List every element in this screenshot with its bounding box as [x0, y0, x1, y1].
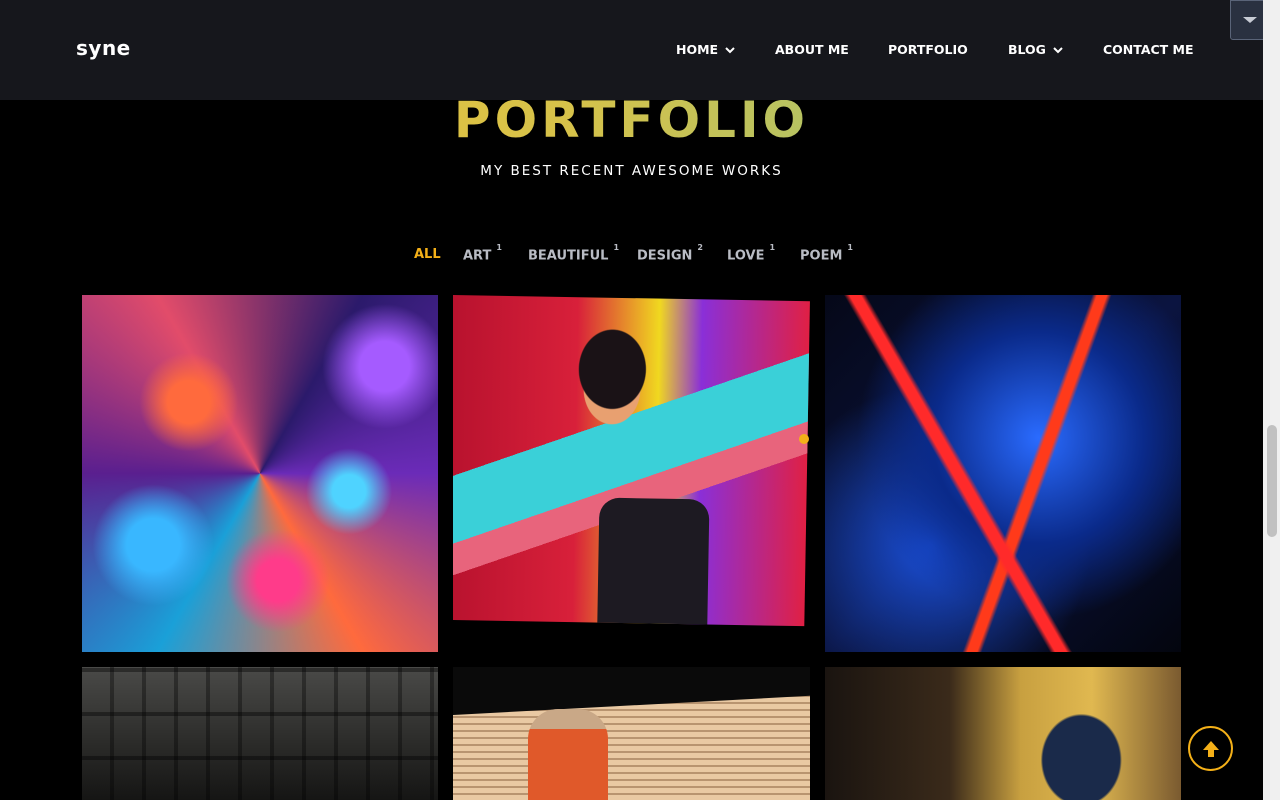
nav-portfolio-label: PORTFOLIO: [888, 42, 968, 57]
filter-all-label: ALL: [414, 247, 441, 262]
main-nav: HOME ABOUT ME PORTFOLIO BLOG CONTACT ME: [0, 42, 1263, 60]
site-header: syne HOME ABOUT ME PORTFOLIO BLOG CONTAC…: [0, 0, 1263, 100]
scrollbar-thumb[interactable]: [1267, 425, 1277, 537]
scroll-to-top-button[interactable]: [1188, 726, 1233, 771]
portfolio-item-fractal-art[interactable]: [82, 295, 438, 652]
arrow-up-icon: [1202, 740, 1219, 757]
filter-beautiful-count: 1: [613, 243, 620, 252]
filter-art-label: ART: [463, 248, 492, 264]
filter-beautiful-label: BEAUTIFUL: [528, 248, 609, 264]
portfolio-title: PORTFOLIO: [0, 92, 1263, 148]
chevron-down-icon: [1243, 17, 1257, 23]
nav-about-me[interactable]: ABOUT ME: [775, 42, 849, 57]
nav-portfolio[interactable]: PORTFOLIO: [888, 42, 968, 57]
page-scrollbar[interactable]: [1263, 0, 1280, 800]
filter-design[interactable]: DESIGN 2: [637, 243, 703, 264]
portfolio-item-street-mural[interactable]: [825, 667, 1181, 800]
portfolio-item-city-building[interactable]: [82, 667, 438, 800]
portfolio-item-abstract-blue-red[interactable]: [825, 295, 1181, 652]
filter-love[interactable]: LOVE 1: [727, 243, 775, 264]
filter-art[interactable]: ART 1: [463, 243, 502, 264]
nav-home[interactable]: HOME: [676, 42, 736, 57]
filter-design-count: 2: [697, 243, 703, 252]
nav-contact-me-label: CONTACT ME: [1103, 42, 1194, 57]
nav-contact-me[interactable]: CONTACT ME: [1103, 42, 1194, 57]
chevron-down-icon: [1053, 46, 1063, 53]
cursor-dot: [799, 434, 809, 444]
filter-love-label: LOVE: [727, 248, 765, 264]
portfolio-subtitle: MY BEST RECENT AWESOME WORKS: [480, 163, 783, 179]
nav-home-label: HOME: [676, 42, 719, 57]
chevron-down-icon: [725, 46, 735, 53]
nav-blog[interactable]: BLOG: [1008, 42, 1064, 57]
filter-all[interactable]: ALL: [414, 247, 441, 262]
portfolio-filters: ALL ART 1 BEAUTIFUL 1 DESIGN 2 LOVE 1 POEM 1: [0, 243, 1263, 267]
nav-blog-label: BLOG: [1008, 42, 1046, 57]
filter-love-count: 1: [769, 243, 776, 252]
filter-design-label: DESIGN: [637, 248, 693, 264]
nav-about-me-label: ABOUT ME: [775, 42, 849, 57]
filter-poem[interactable]: POEM 1: [800, 243, 853, 264]
filter-art-count: 1: [496, 243, 502, 252]
portfolio-item-man-with-hat[interactable]: [453, 667, 810, 800]
neon-portrait-image: [453, 295, 810, 627]
filter-beautiful[interactable]: BEAUTIFUL 1: [528, 243, 619, 264]
filter-poem-count: 1: [847, 243, 853, 252]
portfolio-item-neon-portrait[interactable]: [453, 295, 810, 652]
filter-poem-label: POEM: [800, 248, 843, 264]
